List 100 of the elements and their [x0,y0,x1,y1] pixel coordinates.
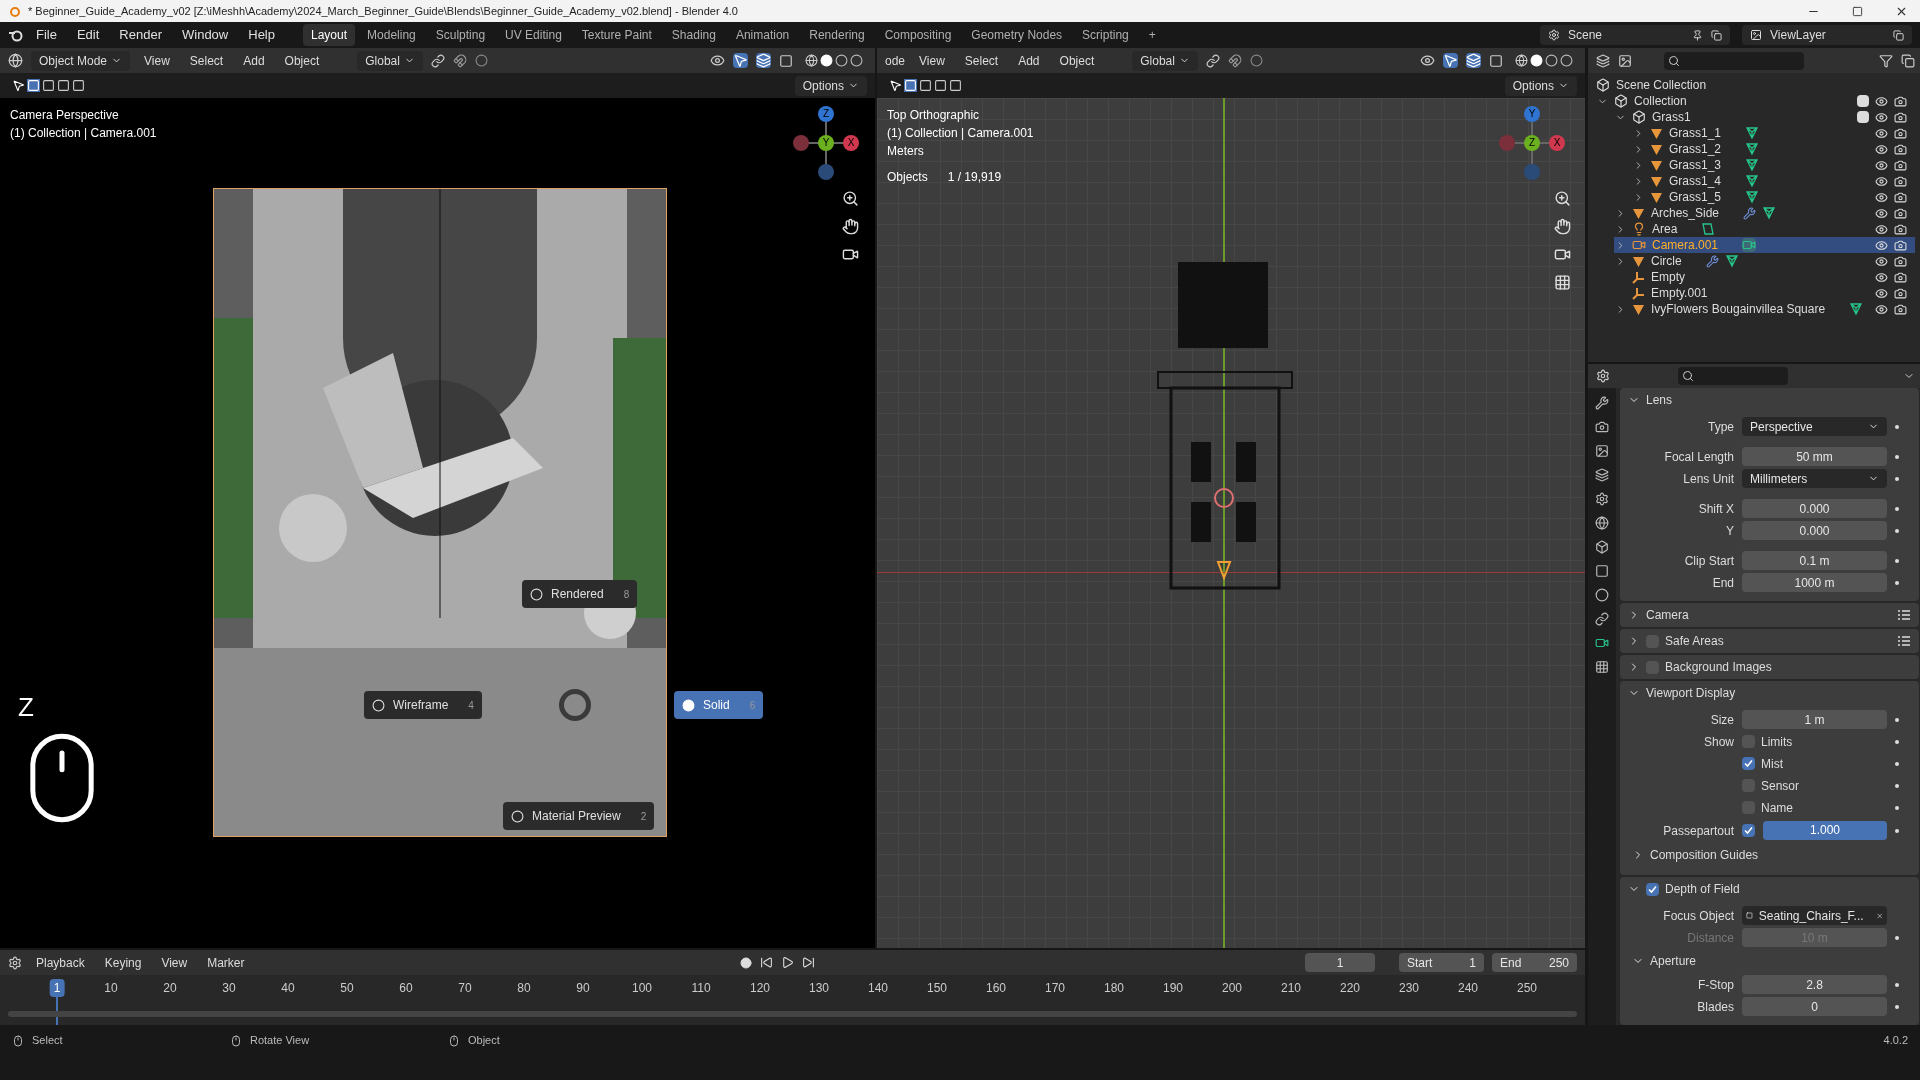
display-mode-icon[interactable] [1618,53,1632,68]
play-icon[interactable] [781,956,795,969]
view-layer-selector[interactable]: ViewLayer [1742,25,1912,45]
properties-tab-icon[interactable] [1595,468,1609,482]
render-camera-icon[interactable] [1894,206,1908,220]
shading-pie-item[interactable]: Rendered 8 [522,580,638,608]
menu-button[interactable]: Object [278,51,326,70]
xray-icon[interactable] [779,53,793,68]
menu-button[interactable]: View [913,51,951,70]
editor-type-icon[interactable] [8,955,22,970]
render-camera-icon[interactable] [1894,158,1908,172]
wireframe-shading-icon[interactable] [1515,54,1528,67]
menu-button[interactable]: Add [1012,51,1046,70]
number-field[interactable]: 0 [1742,997,1887,1016]
zoom-icon[interactable] [1554,190,1571,207]
search-field[interactable] [1664,51,1804,70]
options-dropdown[interactable]: Options [794,75,867,96]
subpanel-header[interactable]: Composition Guides [1620,843,1920,867]
editor-type-icon[interactable] [8,53,23,68]
slider-fill[interactable] [1763,821,1887,840]
duplicate-icon[interactable] [1893,29,1904,41]
panel-header[interactable]: Depth of Field [1620,877,1920,901]
material-shading-icon[interactable] [835,54,848,67]
outliner-row[interactable]: Grass1_4 [1632,173,1916,189]
jump-end-icon[interactable] [802,956,816,969]
render-camera-icon[interactable] [1894,238,1908,252]
menu-button[interactable]: Select [958,51,1005,70]
render-camera-icon[interactable] [1894,94,1908,108]
light-data-icon[interactable] [1701,222,1716,236]
outliner-row[interactable]: Empty.001 [1614,285,1916,301]
duplicate-icon[interactable] [1711,29,1722,41]
visibility-icon[interactable] [1875,94,1889,108]
properties-tab-icon[interactable] [1595,492,1609,506]
select-box-icon[interactable] [904,79,917,92]
outliner-row[interactable]: Grass1_1 [1632,125,1916,141]
visibility-icon[interactable] [1875,190,1889,204]
filter-icon[interactable] [1879,53,1894,68]
checkbox[interactable] [1742,824,1755,837]
select-extend-icon[interactable] [919,79,932,92]
wrench-icon[interactable] [1705,254,1719,268]
exclude-checkbox[interactable] [1857,111,1870,123]
number-field[interactable]: 1000 m [1742,573,1887,592]
presets-list-icon[interactable] [1897,635,1912,647]
select-invert-icon[interactable] [949,79,962,92]
mesh-data-icon[interactable] [1745,142,1760,156]
menu-button[interactable]: Playback [30,953,91,972]
menu-button[interactable]: Object [1053,51,1101,70]
properties-tab-icon[interactable] [1595,612,1609,626]
property-checkbox[interactable]: Limits [1742,732,1887,751]
property-checkbox[interactable]: Name [1742,798,1887,817]
number-field[interactable]: 0.000 [1742,499,1887,518]
pivot-icon[interactable] [430,53,445,68]
visibility-icon[interactable] [1875,158,1889,172]
app-logo-icon[interactable] [8,28,24,42]
outliner-row[interactable]: Grass1_3 [1632,157,1916,173]
rendered-shading-icon[interactable] [1560,54,1573,67]
workspace-tab[interactable]: + [1140,24,1164,46]
panel-header[interactable]: Camera [1620,603,1920,627]
end-frame-field[interactable]: End 250 [1492,953,1577,972]
menu-button[interactable]: Edit [68,25,108,45]
outliner-row[interactable]: Empty [1614,269,1916,285]
gizmo-toggle-icon[interactable] [733,53,748,68]
presets-list-icon[interactable] [1897,609,1912,621]
wireframe-shading-icon[interactable] [805,54,818,67]
editor-type-icon[interactable] [1596,53,1610,68]
select-tool-icon[interactable] [12,79,25,92]
scene-selector[interactable]: Scene [1540,25,1730,45]
panel-header[interactable]: Background Images [1620,655,1920,679]
snap-icon[interactable] [452,53,467,68]
panel-header[interactable]: Safe Areas [1620,629,1920,653]
outliner-row[interactable]: Grass1_2 [1632,141,1916,157]
properties-tab-icon[interactable] [1595,588,1609,602]
properties-tab-icon[interactable] [1595,444,1609,458]
visibility-icon[interactable] [1875,302,1889,316]
menu-button[interactable]: Select [183,51,230,70]
number-field[interactable]: 2.8 [1742,975,1887,994]
subpanel-header[interactable]: Aperture [1620,949,1920,973]
render-camera-icon[interactable] [1894,270,1908,284]
exclude-checkbox[interactable] [1857,95,1870,107]
visibility-icon[interactable] [1875,142,1889,156]
mesh-data-icon[interactable] [1745,158,1760,172]
mesh-data-icon[interactable] [1849,302,1864,316]
proportional-edit-icon[interactable] [1249,54,1263,67]
visibility-icon[interactable] [1875,222,1889,236]
render-camera-icon[interactable] [1894,302,1908,316]
property-dropdown[interactable]: Millimeters [1742,469,1887,488]
render-camera-icon[interactable] [1894,190,1908,204]
properties-tab-icon[interactable] [1595,420,1609,434]
solid-shading-icon[interactable] [820,54,833,67]
workspace-tab[interactable]: Layout [303,24,356,46]
checkbox[interactable] [1646,882,1659,896]
workspace-tab[interactable]: Compositing [876,24,960,46]
overlays-icon[interactable] [1466,53,1481,68]
mesh-data-icon[interactable] [1745,126,1760,140]
visibility-icon[interactable] [1875,206,1889,220]
select-subtract-icon[interactable] [57,79,70,92]
outliner-row[interactable]: Grass1 [1614,109,1916,125]
shading-pie-item[interactable]: Solid 6 [674,691,764,719]
visibility-icon[interactable] [1875,254,1889,268]
visibility-icon[interactable] [1875,270,1889,284]
